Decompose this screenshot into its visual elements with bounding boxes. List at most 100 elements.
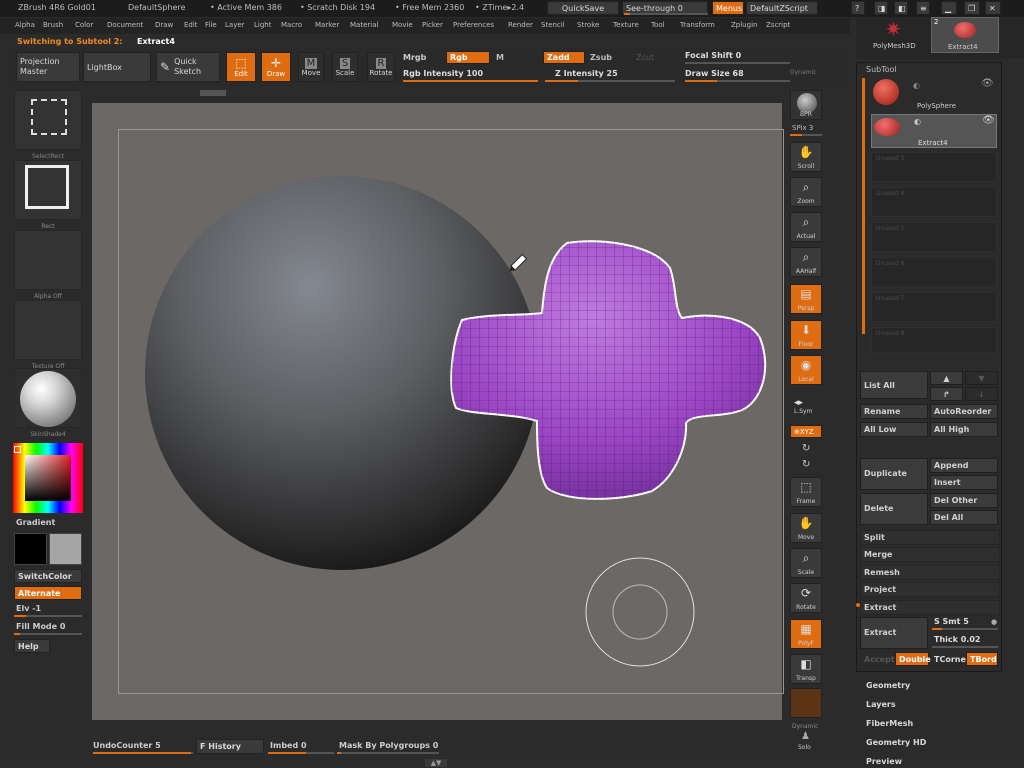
edit-mode-button[interactable]: ⬚ Edit: [226, 52, 256, 82]
canvas-scrollbar[interactable]: [200, 90, 226, 96]
subtool-slot-unused[interactable]: Unused 6: [871, 257, 997, 287]
move-up-button[interactable]: ▲: [930, 371, 963, 385]
menu-item[interactable]: Draw: [155, 21, 173, 29]
scale-view-button[interactable]: ⌕ Scale: [790, 548, 822, 578]
projection-master-button[interactable]: Projection Master: [16, 52, 80, 82]
rotate-view-button[interactable]: ⟳ Rotate: [790, 583, 822, 613]
fill-mode-slider[interactable]: Fill Mode 0: [16, 622, 65, 631]
dock-icon[interactable]: ≡: [916, 1, 930, 15]
menu-item[interactable]: Layer: [225, 21, 245, 29]
polysphere-eye-icon[interactable]: 👁: [981, 78, 994, 89]
insert-button[interactable]: Insert: [930, 475, 998, 490]
material-slot[interactable]: SkinShade4: [14, 368, 82, 438]
bpr-button[interactable]: BPR: [790, 90, 822, 120]
zoom-button[interactable]: ⌕ Zoom: [790, 177, 822, 207]
preview-palette[interactable]: Preview: [866, 757, 902, 766]
transp-button[interactable]: ◧ Transp: [790, 654, 822, 684]
focal-shift-slider[interactable]: Focal Shift 0: [685, 51, 741, 60]
polymesh3d-thumb[interactable]: ✷ PolyMesh3D: [869, 17, 923, 53]
palette-icon[interactable]: ◧: [894, 1, 908, 15]
layout-icon[interactable]: ◨: [874, 1, 888, 15]
menu-item[interactable]: Picker: [422, 21, 443, 29]
all-high-button[interactable]: All High: [930, 422, 998, 437]
autoreorder-button[interactable]: AutoReorder: [930, 404, 998, 419]
scroll-button[interactable]: ✋ Scroll: [790, 142, 822, 172]
menu-item[interactable]: Transform: [680, 21, 715, 29]
move-view-button[interactable]: ✋ Move: [790, 513, 822, 543]
menu-item[interactable]: Material: [350, 21, 378, 29]
color-picker[interactable]: [13, 443, 83, 513]
menu-item[interactable]: Edit: [184, 21, 198, 29]
draw-mode-button[interactable]: ✛ Draw: [261, 52, 291, 82]
restore-icon[interactable]: ❐: [964, 1, 980, 15]
persp-button[interactable]: ▤ Persp: [790, 284, 822, 314]
rgb-intensity-slider[interactable]: Rgb Intensity 100: [403, 69, 483, 78]
tcorne-toggle[interactable]: TCorne: [934, 655, 966, 664]
select-rect-brush[interactable]: SelectRect: [14, 90, 82, 160]
bottom-scroll-handle[interactable]: ▲▼: [425, 759, 447, 767]
polyf-button[interactable]: ▦ PolyF: [790, 619, 822, 649]
all-low-button[interactable]: All Low: [860, 422, 928, 437]
s-smt-slider[interactable]: S Smt 5: [934, 617, 969, 626]
list-all-button[interactable]: List All: [860, 371, 928, 399]
menu-item[interactable]: Macro: [281, 21, 302, 29]
main-color-swatch[interactable]: [14, 533, 47, 565]
actual-button[interactable]: ⌕ Actual: [790, 212, 822, 242]
secondary-color-swatch[interactable]: [49, 533, 82, 565]
lsym-button[interactable]: ◂▸ L.Sym: [790, 398, 822, 418]
fibermesh-palette[interactable]: FiberMesh: [866, 719, 913, 728]
menu-item[interactable]: Movie: [392, 21, 413, 29]
subtool-slot-unused[interactable]: Unused 4: [871, 187, 997, 217]
viewport-3d[interactable]: [92, 103, 782, 720]
extract4-visibility-icon[interactable]: ◐: [914, 117, 921, 126]
menu-item[interactable]: Zscript: [766, 21, 790, 29]
split-section[interactable]: Split: [860, 530, 1000, 545]
solo-button[interactable]: [790, 688, 822, 718]
subtool-item-extract4[interactable]: ◐ 👁 Extract4: [871, 114, 997, 148]
polysphere-visibility-icon[interactable]: ◐: [913, 81, 920, 90]
dynamic-toggle[interactable]: Dynamic: [790, 69, 816, 76]
menu-item[interactable]: Tool: [651, 21, 665, 29]
lightbox-button[interactable]: LightBox: [83, 52, 151, 82]
remesh-section[interactable]: Remesh: [860, 565, 1000, 580]
undo-counter-slider[interactable]: UndoCounter 5: [93, 741, 161, 750]
color-picker-saturation[interactable]: [25, 455, 71, 501]
menus-button[interactable]: Menus: [712, 1, 744, 15]
rename-button[interactable]: Rename: [860, 404, 928, 419]
menu-item[interactable]: Brush: [43, 21, 63, 29]
arrow-right-button[interactable]: ↱: [930, 387, 963, 401]
draw-size-slider[interactable]: Draw Size 68: [685, 69, 744, 78]
del-all-button[interactable]: Del All: [930, 510, 998, 525]
scale-mode-button[interactable]: S Scale: [332, 52, 358, 82]
z-intensity-slider[interactable]: Z Intensity 25: [555, 69, 618, 78]
alpha-slot[interactable]: Alpha Off: [14, 230, 82, 300]
menu-item[interactable]: Zplugin: [731, 21, 757, 29]
subtool-slot-unused[interactable]: Unused 8: [871, 327, 997, 353]
extract4-eye-icon[interactable]: 👁: [982, 115, 995, 126]
duplicate-button[interactable]: Duplicate: [860, 458, 928, 490]
rotate-y-icon[interactable]: ↻: [802, 443, 810, 454]
quick-sketch-button[interactable]: ✎ Quick Sketch: [156, 52, 220, 82]
move-mode-button[interactable]: M Move: [298, 52, 324, 82]
menu-item[interactable]: Stroke: [577, 21, 599, 29]
menu-item[interactable]: Marker: [315, 21, 339, 29]
switch-color-button[interactable]: SwitchColor: [14, 569, 82, 583]
subtool-slot-unused[interactable]: Unused 7: [871, 292, 997, 322]
delete-button[interactable]: Delete: [860, 493, 928, 525]
subtool-slot-unused[interactable]: Unused 5: [871, 222, 997, 252]
minimize-icon[interactable]: ▁: [941, 1, 957, 15]
subtool-item-polysphere[interactable]: ◐ 👁 PolySphere: [871, 78, 997, 112]
m-toggle[interactable]: M: [496, 53, 504, 62]
layers-palette[interactable]: Layers: [866, 700, 896, 709]
aahalf-button[interactable]: ⌕ AAHalf: [790, 247, 822, 277]
geometry-hd-palette[interactable]: Geometry HD: [866, 738, 926, 747]
double-toggle[interactable]: Double: [895, 652, 931, 666]
project-section[interactable]: Project: [860, 582, 1000, 597]
mrgb-toggle[interactable]: Mrgb: [403, 53, 426, 62]
alternate-button[interactable]: Alternate: [14, 586, 82, 600]
history-button[interactable]: F History: [196, 739, 264, 754]
rect-stroke[interactable]: Rect: [14, 160, 82, 230]
del-other-button[interactable]: Del Other: [930, 493, 998, 508]
local-button[interactable]: ◉ Local: [790, 355, 822, 385]
spix-slider[interactable]: SPix 3: [792, 124, 813, 132]
